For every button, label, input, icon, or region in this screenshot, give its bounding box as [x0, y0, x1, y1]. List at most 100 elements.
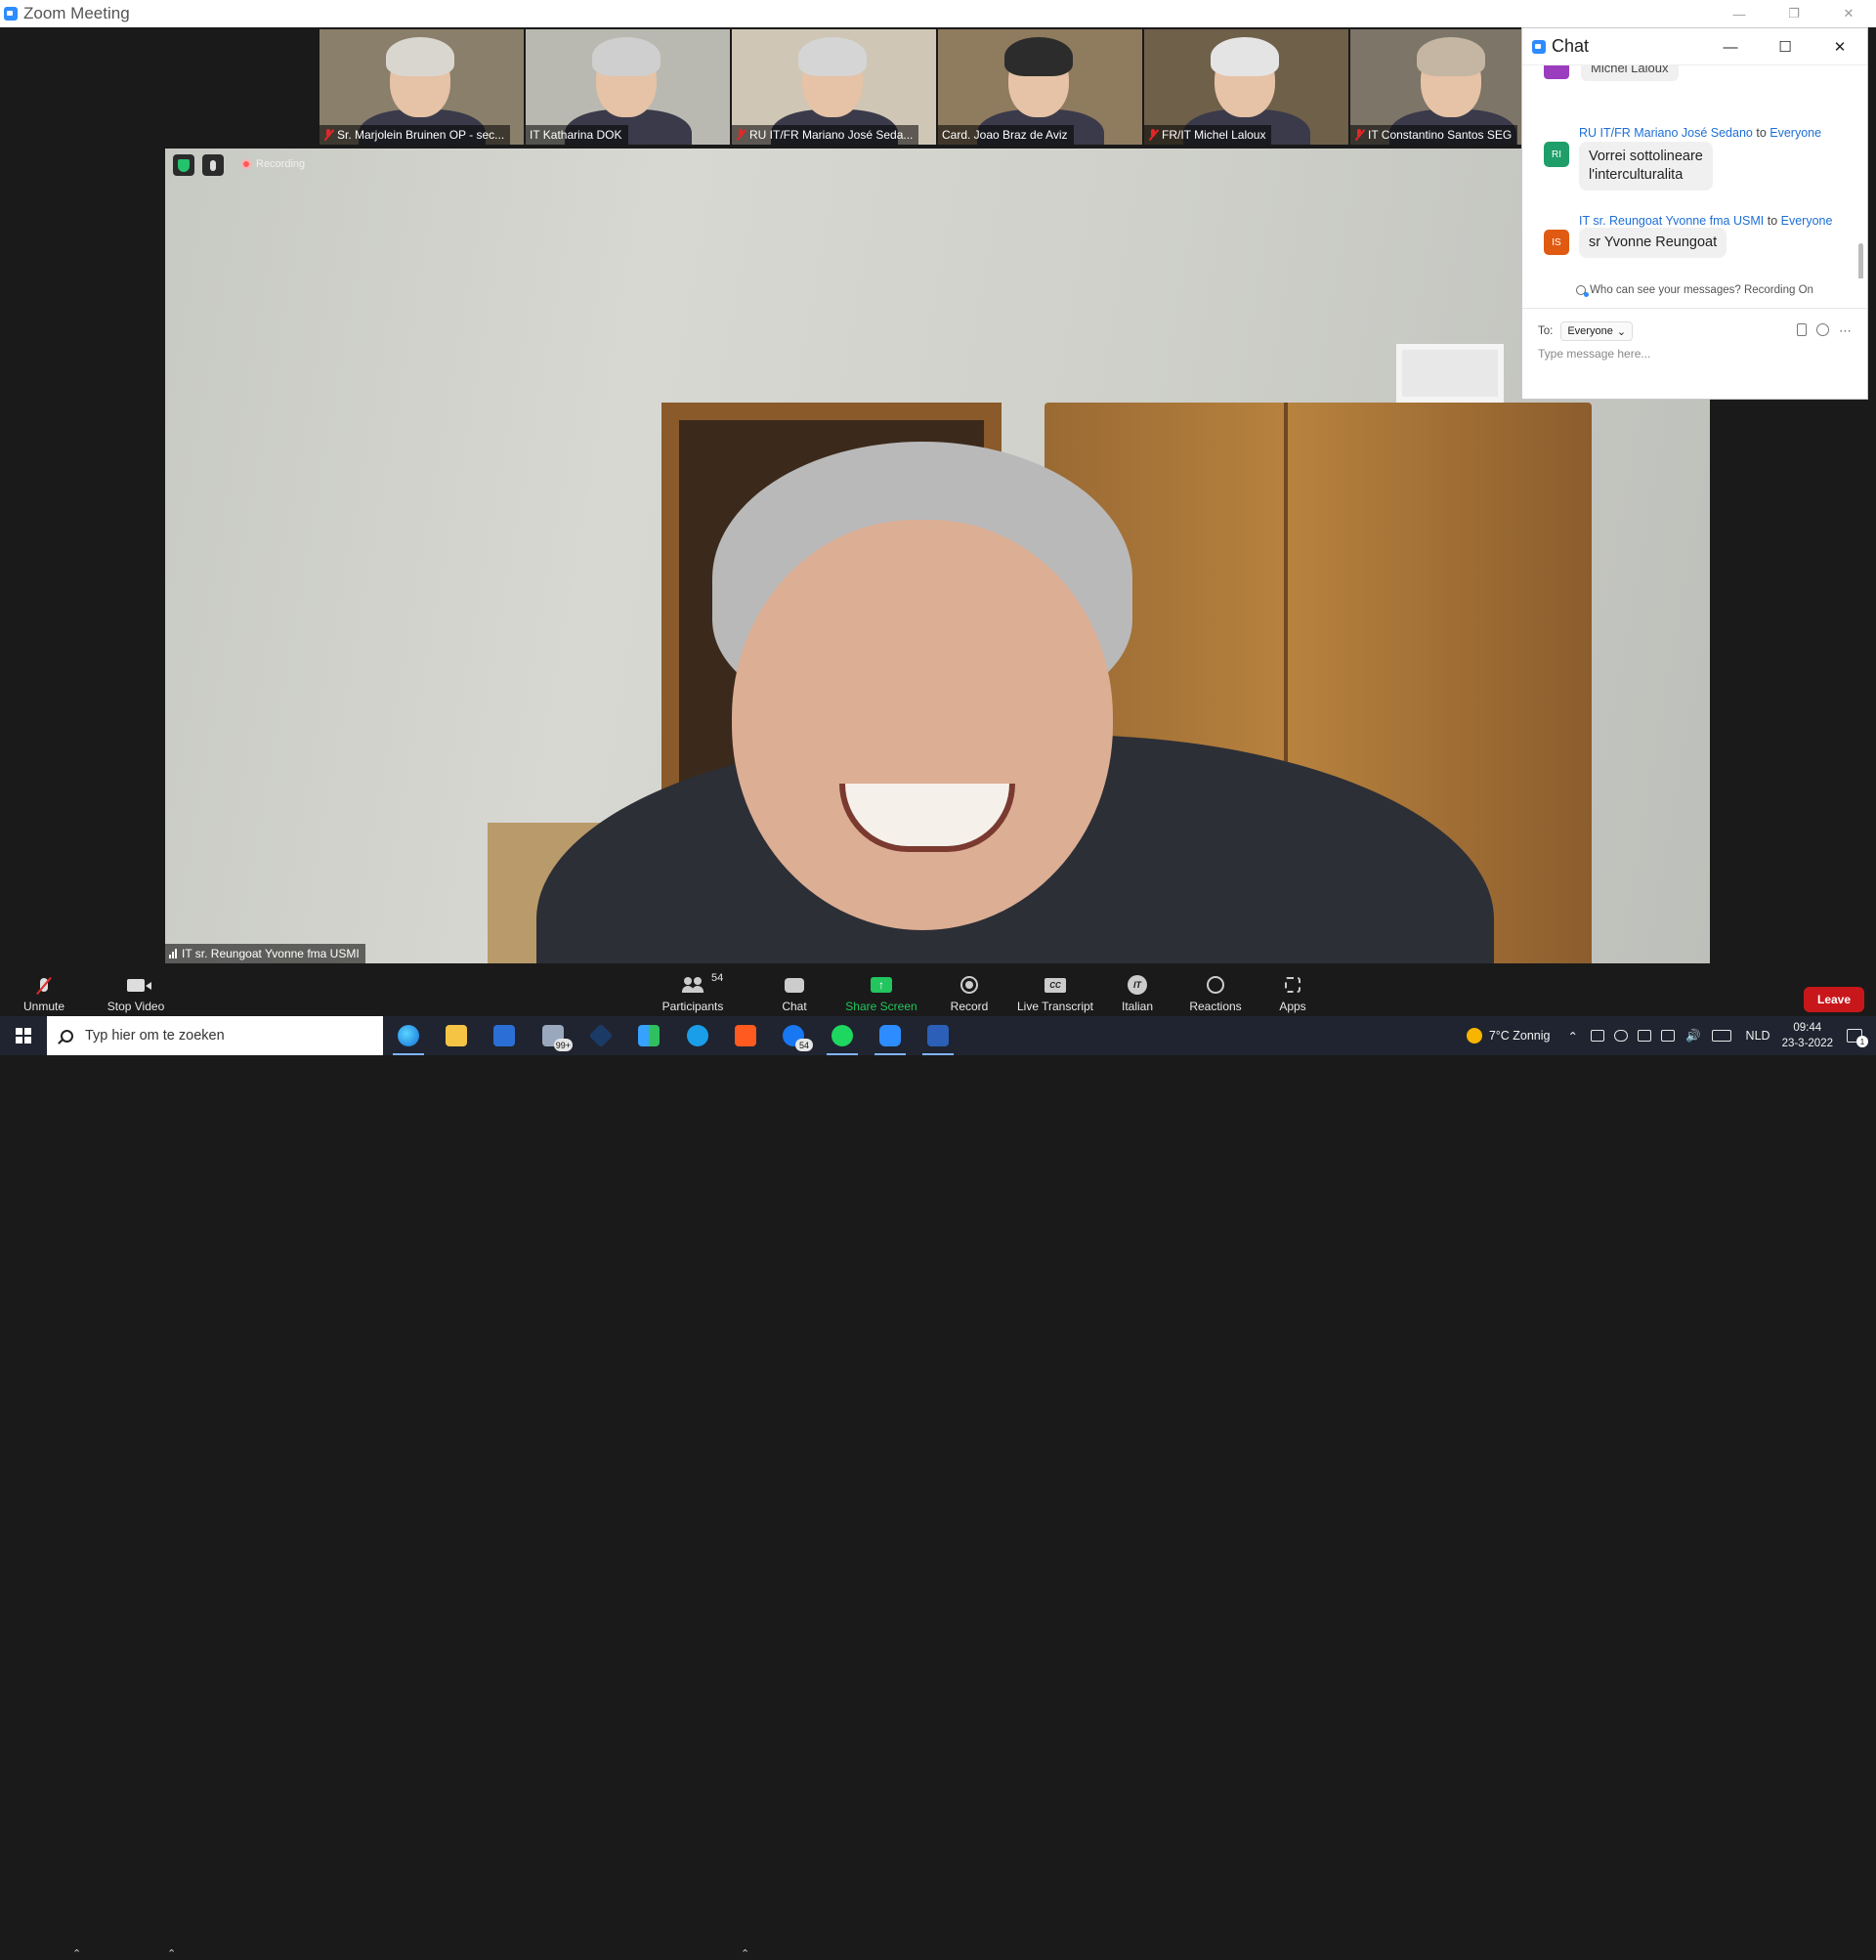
- share-screen-icon: ↑: [871, 977, 892, 993]
- chat-scrollbar[interactable]: [1858, 243, 1863, 278]
- taskbar-app-orange[interactable]: [722, 1016, 769, 1055]
- app-grid-icon: [638, 1025, 660, 1046]
- taskbar-app-grid[interactable]: [625, 1016, 672, 1055]
- participant-tile[interactable]: Card. Joao Braz de Aviz: [938, 29, 1142, 145]
- emoji-icon[interactable]: [1816, 323, 1829, 336]
- taskbar-file-explorer[interactable]: [433, 1016, 480, 1055]
- closed-caption-icon: CC: [1045, 977, 1066, 993]
- window-title: Zoom Meeting: [23, 4, 130, 22]
- minimize-icon[interactable]: —: [1703, 28, 1758, 65]
- recipient-dropdown[interactable]: Everyone ⌄: [1560, 321, 1634, 341]
- taskbar-skype[interactable]: [674, 1016, 721, 1055]
- participants-button[interactable]: 54 Participants: [661, 970, 725, 1013]
- speaker-name-label: IT sr. Reungoat Yvonne fma USMI: [165, 944, 365, 963]
- video-options-caret-icon[interactable]: ⌃: [167, 1947, 176, 1960]
- participant-name-label: FR/IT Michel Laloux: [1144, 125, 1272, 145]
- restore-icon[interactable]: ❐: [1767, 0, 1821, 27]
- windows-logo-icon: [16, 1028, 31, 1044]
- chat-button[interactable]: Chat: [780, 970, 809, 1013]
- weather-label[interactable]: 7°C Zonnig: [1489, 1029, 1551, 1043]
- avatar: RI: [1544, 142, 1569, 167]
- message-sender[interactable]: IT sr. Reungoat Yvonne fma USMI: [1579, 214, 1764, 228]
- participant-tile[interactable]: Sr. Marjolein Bruinen OP - sec...: [320, 29, 524, 145]
- message-recipient[interactable]: Everyone: [1769, 126, 1821, 140]
- participant-name-label: Sr. Marjolein Bruinen OP - sec...: [320, 125, 511, 145]
- chat-message-input[interactable]: [1538, 347, 1851, 361]
- app-tray-icon[interactable]: [1637, 1030, 1651, 1042]
- stop-video-button[interactable]: Stop Video: [104, 970, 168, 1013]
- reactions-button[interactable]: Reactions: [1188, 970, 1243, 1013]
- participants-icon: [682, 977, 704, 993]
- message-bubble: sr Yvonne Reungoat: [1579, 228, 1727, 258]
- active-speaker-video[interactable]: Recording IT sr. Reungoat Yvonne fma USM…: [165, 149, 1710, 963]
- window-titlebar: Zoom Meeting — ❐ ✕: [0, 0, 1876, 27]
- maximize-icon[interactable]: ☐: [1758, 28, 1812, 65]
- message-sender[interactable]: RU IT/FR Mariano José Sedano: [1579, 126, 1753, 140]
- avatar: IS: [1544, 230, 1569, 255]
- taskbar-zoom[interactable]: [867, 1016, 914, 1055]
- folder-icon: [446, 1025, 467, 1046]
- to-label: To:: [1538, 325, 1554, 337]
- close-icon[interactable]: ✕: [1812, 28, 1867, 65]
- zoom-logo-icon: [4, 7, 18, 21]
- participant-tile[interactable]: IT Katharina DOK: [526, 29, 730, 145]
- audio-status-icon[interactable]: [202, 154, 224, 176]
- chat-window-controls: — ☐ ✕: [1703, 28, 1867, 65]
- participant-name-label: IT Constantino Santos SEG: [1350, 125, 1518, 145]
- taskbar-search[interactable]: Typ hier om te zoeken: [47, 1016, 383, 1055]
- live-transcript-button[interactable]: CC Live Transcript: [1014, 970, 1096, 1013]
- keyboard-icon[interactable]: [1711, 1030, 1731, 1042]
- recording-indicator[interactable]: Recording: [241, 158, 305, 170]
- participant-count: 54: [711, 972, 724, 984]
- app-orange-icon: [735, 1025, 756, 1046]
- smiley-icon: [1207, 976, 1224, 994]
- participants-options-caret-icon[interactable]: ⌃: [741, 1947, 749, 1960]
- taskbar-word[interactable]: [915, 1016, 961, 1055]
- record-icon: [960, 976, 978, 994]
- apps-button[interactable]: Apps: [1278, 970, 1307, 1013]
- taskbar-mail[interactable]: 99+: [530, 1016, 576, 1055]
- share-screen-button[interactable]: ↑ Share Screen: [844, 970, 918, 1013]
- audio-options-caret-icon[interactable]: ⌃: [72, 1947, 81, 1960]
- taskbar-store[interactable]: [481, 1016, 528, 1055]
- input-language[interactable]: NLD: [1746, 1029, 1770, 1043]
- taskbar-spotify[interactable]: [819, 1016, 866, 1055]
- close-icon[interactable]: ✕: [1821, 0, 1876, 27]
- chat-window: Chat — ☐ ✕ Michel Laloux RU IT/FR Marian…: [1521, 27, 1868, 400]
- message-visibility-note[interactable]: Who can see your messages? Recording On: [1522, 284, 1867, 297]
- taskbar-edge[interactable]: [385, 1016, 432, 1055]
- notification-count: 1: [1856, 1036, 1868, 1047]
- cloud-tray-icon[interactable]: [1613, 1030, 1628, 1042]
- interpretation-button[interactable]: IT Italian: [1118, 970, 1157, 1013]
- encryption-shield-icon[interactable]: [173, 154, 194, 176]
- muted-mic-icon: [1354, 129, 1364, 141]
- record-button[interactable]: Record: [948, 970, 991, 1013]
- minimize-icon[interactable]: —: [1712, 0, 1767, 27]
- network-icon[interactable]: [1660, 1030, 1675, 1042]
- chat-bubble-icon: [785, 977, 804, 993]
- apps-icon: [1285, 977, 1300, 993]
- clock[interactable]: 09:44 23-3-2022: [1782, 1020, 1833, 1051]
- participant-name-label: Card. Joao Braz de Aviz: [938, 125, 1074, 145]
- leave-button[interactable]: Leave: [1804, 987, 1864, 1012]
- start-button[interactable]: [0, 1016, 47, 1055]
- volume-icon[interactable]: 🔊: [1685, 1029, 1701, 1044]
- message-recipient[interactable]: Everyone: [1781, 214, 1833, 228]
- taskbar-messenger[interactable]: 54: [770, 1016, 817, 1055]
- file-icon[interactable]: [1797, 323, 1807, 336]
- window-controls: — ❐ ✕: [1712, 0, 1876, 27]
- chat-tools: ⋯: [1797, 323, 1852, 339]
- unmute-button[interactable]: Unmute: [20, 970, 68, 1013]
- system-tray: 7°C Zonnig ⌃ 🔊 NLD 09:44 23-3-2022 1: [1466, 1016, 1876, 1055]
- chevron-up-icon[interactable]: ⌃: [1567, 1029, 1577, 1044]
- message-bubble: Vorrei sottolineare l'interculturalita: [1579, 142, 1713, 191]
- taskbar-app-blue[interactable]: [577, 1016, 624, 1055]
- participant-tile[interactable]: FR/IT Michel Laloux: [1144, 29, 1348, 145]
- chat-message-list[interactable]: Michel Laloux RU IT/FR Mariano José Seda…: [1522, 65, 1867, 278]
- participant-tile[interactable]: RU IT/FR Mariano José Seda...: [732, 29, 936, 145]
- meeting-status-icons: [173, 154, 224, 176]
- more-options-icon[interactable]: ⋯: [1839, 323, 1852, 339]
- notification-center-icon[interactable]: 1: [1847, 1029, 1868, 1047]
- security-tray-icon[interactable]: [1590, 1030, 1604, 1042]
- zoom-icon: [879, 1025, 901, 1046]
